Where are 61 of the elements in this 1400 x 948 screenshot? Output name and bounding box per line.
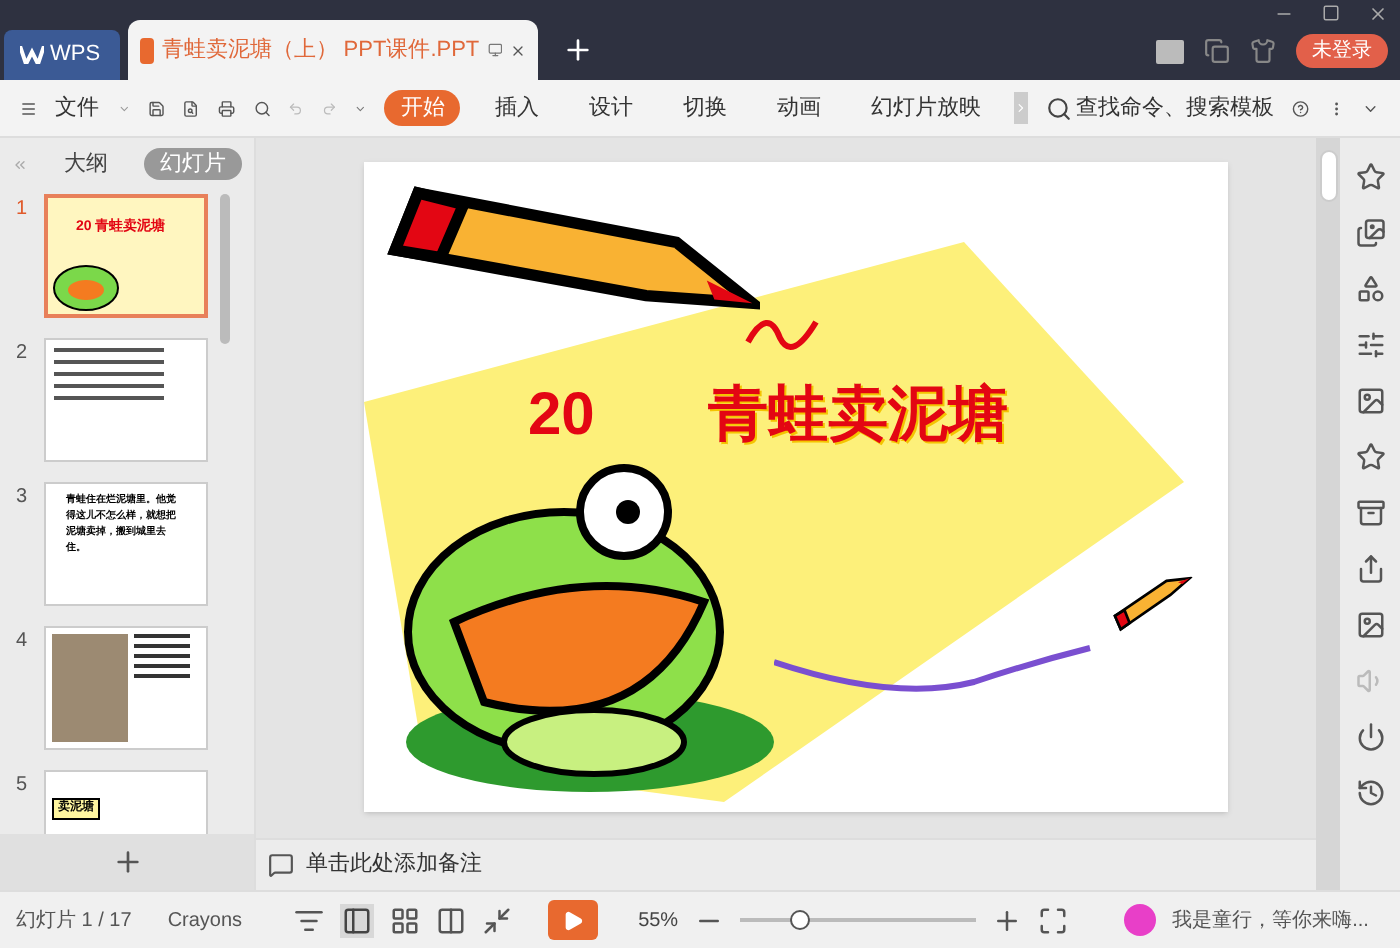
slide-number: 4 bbox=[16, 628, 30, 656]
star-icon[interactable] bbox=[1355, 162, 1385, 192]
new-tab-icon[interactable] bbox=[562, 34, 594, 66]
reading-view-icon[interactable] bbox=[436, 905, 467, 935]
archive-icon[interactable] bbox=[1355, 498, 1385, 528]
shirt-icon[interactable] bbox=[1250, 38, 1276, 64]
slides-icon[interactable] bbox=[1355, 218, 1385, 248]
picture-icon[interactable] bbox=[1355, 386, 1385, 416]
photo-placeholder bbox=[52, 634, 128, 742]
ribbon-tab[interactable]: 切换 bbox=[666, 89, 743, 127]
play-button[interactable] bbox=[548, 900, 599, 940]
maximize-icon[interactable] bbox=[1322, 4, 1340, 22]
scrollbar-thumb[interactable] bbox=[220, 194, 230, 344]
add-slide-icon[interactable] bbox=[111, 846, 143, 878]
ribbon-tab[interactable]: 幻灯片放映 bbox=[854, 89, 997, 127]
zoom-level[interactable]: 55% bbox=[638, 905, 679, 935]
slide-count: 幻灯片 1 / 17 bbox=[16, 907, 132, 935]
document-tab-title: 青蛙卖泥塘（上） PPT课件.PPT bbox=[161, 35, 480, 66]
lesson-number: 20 bbox=[528, 380, 595, 452]
scrollbar-thumb[interactable] bbox=[1319, 150, 1337, 202]
skin-icon[interactable] bbox=[1204, 38, 1230, 64]
star-icon[interactable] bbox=[1355, 442, 1385, 472]
settings-icon[interactable] bbox=[1355, 330, 1385, 360]
file-menu[interactable]: 文件 bbox=[55, 91, 100, 125]
login-button[interactable]: 未登录 bbox=[1296, 34, 1388, 68]
panel-tab[interactable]: 大纲 bbox=[48, 147, 124, 181]
fit-icon[interactable] bbox=[1038, 905, 1069, 935]
status-message: 我是童行，等你来嗨... bbox=[1172, 907, 1369, 935]
close-icon[interactable] bbox=[1368, 4, 1388, 24]
grid-view-icon[interactable] bbox=[390, 905, 421, 935]
slide-number: 3 bbox=[16, 484, 30, 512]
ribbon-tab[interactable]: 插入 bbox=[478, 89, 555, 127]
home-tab[interactable]: WPS bbox=[4, 30, 120, 80]
slide-number: 5 bbox=[16, 772, 30, 800]
presentation-file-icon bbox=[140, 37, 154, 63]
theme-name: Crayons bbox=[167, 907, 243, 935]
power-icon[interactable] bbox=[1355, 722, 1385, 752]
shapes-icon[interactable] bbox=[1355, 274, 1385, 304]
zoom-in-icon[interactable] bbox=[992, 905, 1023, 935]
monitor-icon[interactable] bbox=[487, 38, 503, 62]
ribbon-tab[interactable]: 设计 bbox=[572, 89, 649, 127]
notes-field[interactable]: 单击此处添加备注 bbox=[306, 848, 482, 882]
share-icon[interactable] bbox=[1355, 554, 1385, 584]
notes-view-icon[interactable] bbox=[294, 905, 325, 935]
avatar[interactable] bbox=[1124, 904, 1157, 936]
zoom-slider-thumb[interactable] bbox=[789, 910, 810, 930]
notes-icon[interactable] bbox=[268, 852, 294, 878]
image-icon[interactable] bbox=[1355, 610, 1385, 640]
command-search[interactable]: 查找命令、搜索模板 bbox=[1076, 91, 1275, 125]
slide-title: 青蛙卖泥塘 bbox=[708, 380, 1008, 452]
slide-thumbnail[interactable] bbox=[44, 626, 208, 750]
text-lines-drawing bbox=[134, 634, 190, 678]
ribbon-tab[interactable]: 动画 bbox=[760, 89, 837, 127]
slide-number: 2 bbox=[16, 340, 30, 368]
search-icon[interactable] bbox=[1046, 95, 1073, 121]
normal-view-icon[interactable] bbox=[340, 903, 375, 937]
present-view-icon[interactable] bbox=[482, 905, 513, 935]
slide-number: 1 bbox=[16, 196, 30, 224]
wps-logo-icon bbox=[20, 46, 44, 64]
play-icon bbox=[562, 909, 585, 931]
history-icon[interactable] bbox=[1355, 778, 1385, 808]
